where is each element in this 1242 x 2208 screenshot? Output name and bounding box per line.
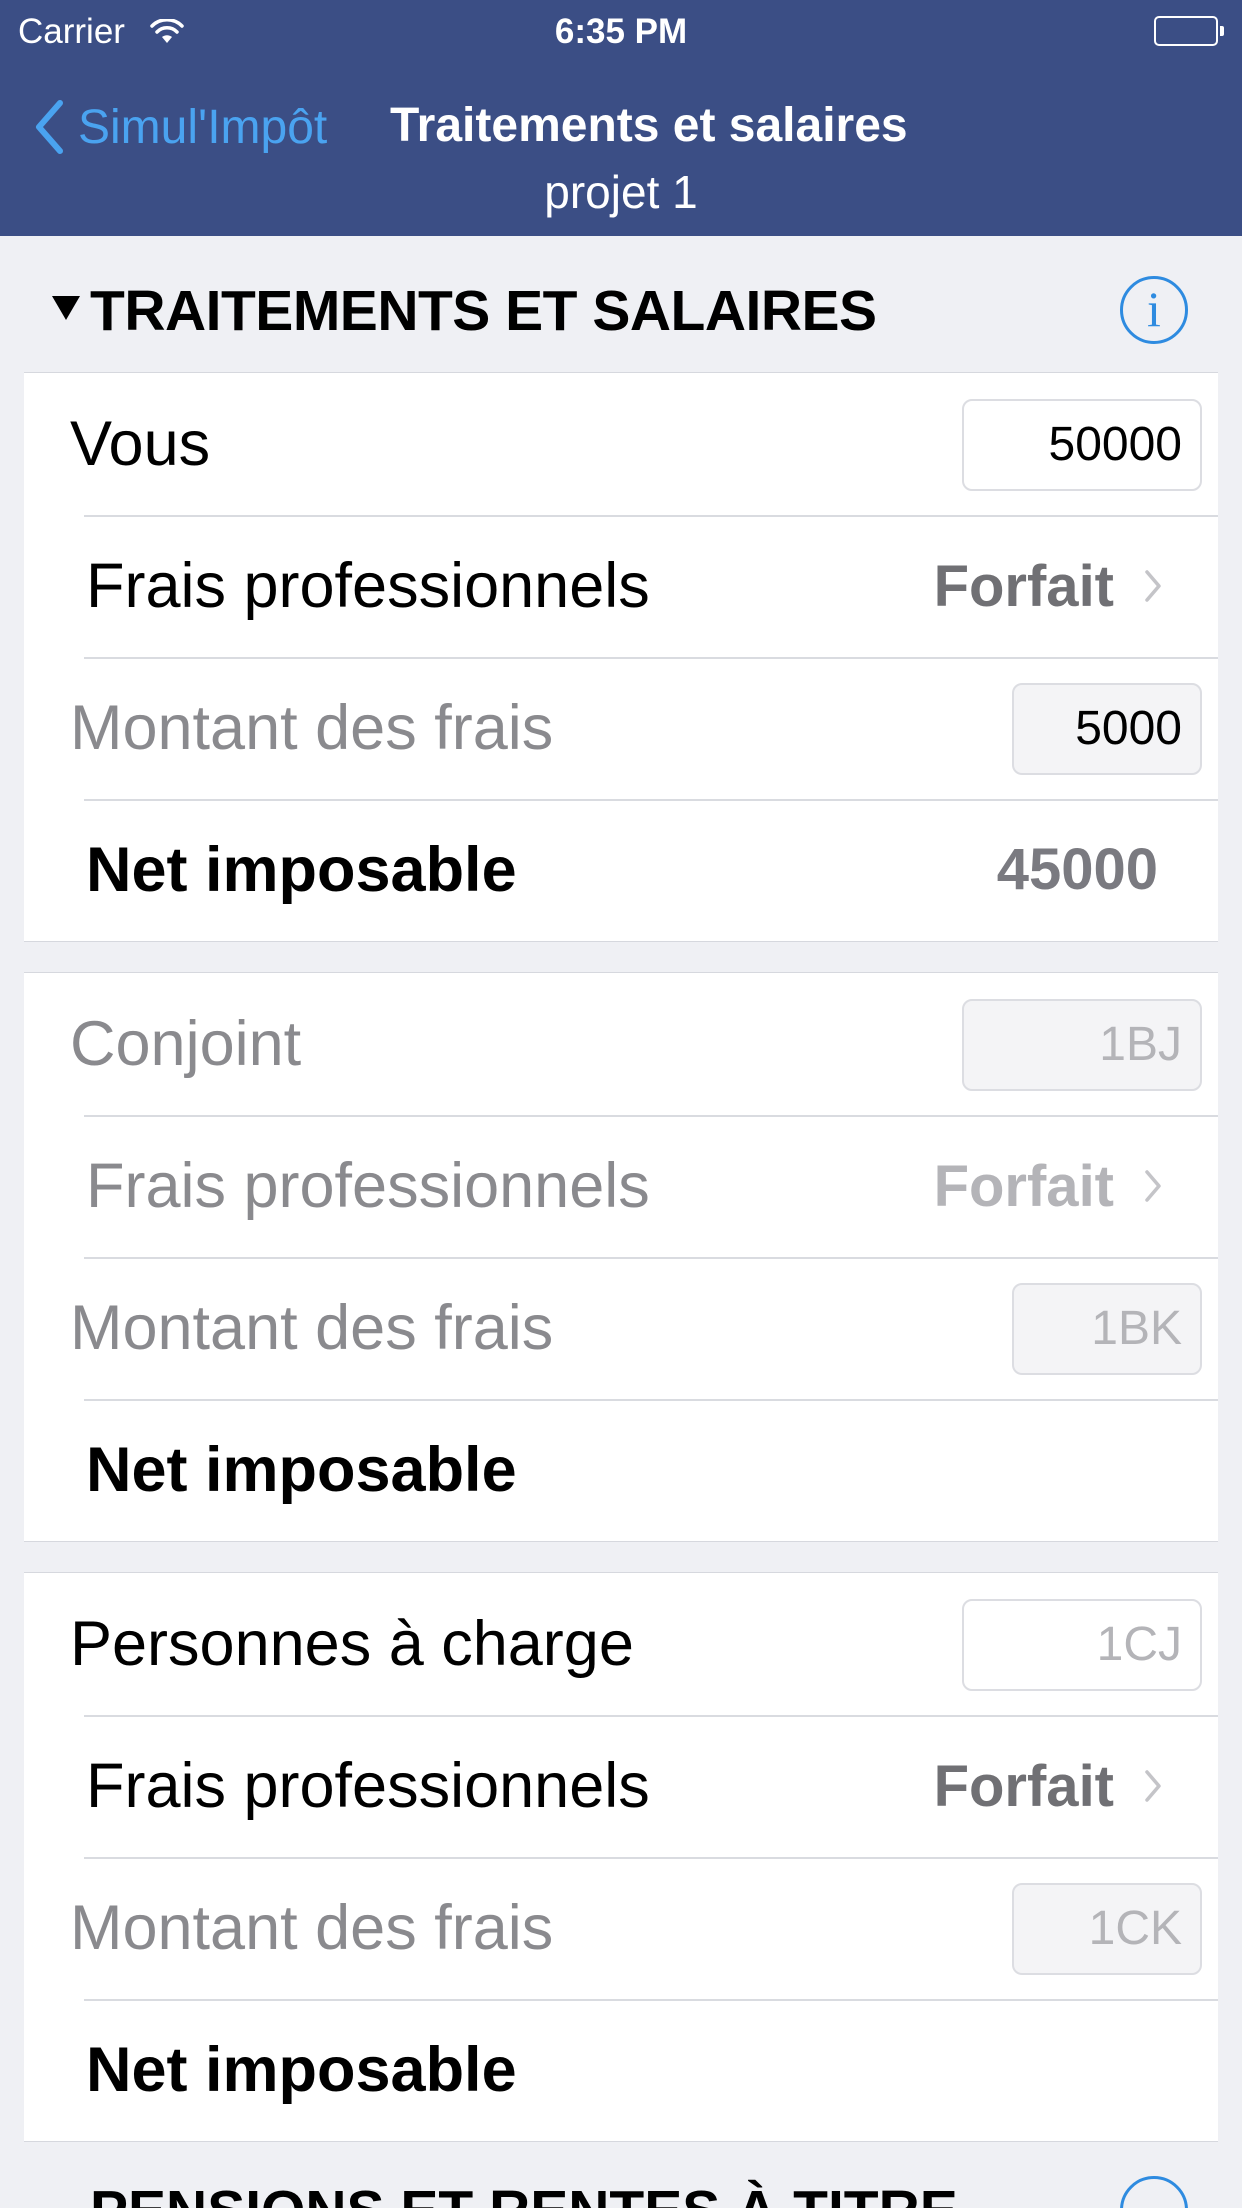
chevron-right-icon <box>1144 1169 1162 1203</box>
personnes-frais-label: Frais professionnels <box>86 1751 650 1821</box>
personnes-frais-selector[interactable]: Forfait <box>934 1715 1162 1857</box>
chevron-right-icon <box>1144 1769 1162 1803</box>
group-personnes: Personnes à charge 1CJ Frais professionn… <box>24 1572 1218 2142</box>
back-button-label: Simul'Impôt <box>78 100 328 154</box>
vous-amount-input[interactable]: 50000 <box>962 399 1202 491</box>
next-section-title: PENSIONS ET RENTES À TITRE <box>90 2178 958 2208</box>
row-vous-net: Net imposable 45000 <box>24 799 1218 941</box>
status-bar: Carrier 6:35 PM <box>0 0 1242 60</box>
personnes-label: Personnes à charge <box>70 1609 634 1679</box>
conjoint-amount-input[interactable]: 1BJ <box>962 999 1202 1091</box>
vous-net-value: 45000 <box>996 837 1158 902</box>
vous-frais-label: Frais professionnels <box>86 551 650 621</box>
vous-frais-mode: Forfait <box>933 553 1114 619</box>
personnes-net-label: Net imposable <box>86 2035 517 2105</box>
back-button[interactable]: Simul'Impôt <box>34 92 327 162</box>
conjoint-net-label: Net imposable <box>86 1435 517 1505</box>
row-personnes-frais[interactable]: Frais professionnels Forfait <box>24 1715 1218 1857</box>
conjoint-frais-selector[interactable]: Forfait <box>934 1115 1162 1257</box>
section-title: TRAITEMENTS ET SALAIRES <box>90 279 877 343</box>
nav-title: Traitements et salaires <box>390 99 908 152</box>
row-conjoint-montant: Montant des frais 1BK <box>24 1257 1218 1399</box>
vous-montant-label: Montant des frais <box>70 693 554 763</box>
row-vous: Vous 50000 <box>24 373 1218 515</box>
row-vous-montant: Montant des frais 5000 <box>24 657 1218 799</box>
row-vous-frais[interactable]: Frais professionnels Forfait <box>24 515 1218 657</box>
info-icon[interactable] <box>1120 2176 1188 2208</box>
battery-icon <box>1154 16 1224 46</box>
row-conjoint: Conjoint 1BJ <box>24 973 1218 1115</box>
personnes-montant-input[interactable]: 1CK <box>1012 1883 1202 1975</box>
personnes-amount-input[interactable]: 1CJ <box>962 1599 1202 1691</box>
row-personnes-net: Net imposable <box>24 1999 1218 2141</box>
group-conjoint: Conjoint 1BJ Frais professionnels Forfai… <box>24 972 1218 1542</box>
section-header[interactable]: TRAITEMENTS ET SALAIRES <box>0 236 1242 372</box>
row-conjoint-net: Net imposable <box>24 1399 1218 1541</box>
row-personnes-montant: Montant des frais 1CK <box>24 1857 1218 1999</box>
conjoint-label: Conjoint <box>70 1009 302 1079</box>
personnes-frais-mode: Forfait <box>933 1753 1114 1819</box>
conjoint-montant-label: Montant des frais <box>70 1293 554 1363</box>
personnes-montant-label: Montant des frais <box>70 1893 554 1963</box>
navigation-bar: Carrier 6:35 PM Simul'Impôt Traitements … <box>0 0 1242 236</box>
status-time: 6:35 PM <box>554 12 688 51</box>
vous-label: Vous <box>70 409 211 479</box>
conjoint-montant-input[interactable]: 1BK <box>1012 1283 1202 1375</box>
next-section-header[interactable]: PENSIONS ET RENTES À TITRE <box>0 2142 1242 2208</box>
nav-subtitle: projet 1 <box>544 166 698 218</box>
vous-montant-input[interactable]: 5000 <box>1012 683 1202 775</box>
group-vous: Vous 50000 Frais professionnels Forfait … <box>24 372 1218 942</box>
row-personnes: Personnes à charge 1CJ <box>24 1573 1218 1715</box>
disclosure-triangle-icon <box>52 296 80 320</box>
chevron-left-icon <box>36 100 63 154</box>
chevron-right-icon <box>1144 569 1162 603</box>
conjoint-frais-mode: Forfait <box>933 1153 1114 1219</box>
conjoint-frais-label: Frais professionnels <box>86 1151 650 1221</box>
row-conjoint-frais[interactable]: Frais professionnels Forfait <box>24 1115 1218 1257</box>
info-icon[interactable]: i <box>1120 276 1188 344</box>
vous-frais-selector[interactable]: Forfait <box>934 515 1162 657</box>
screen: Carrier 6:35 PM Simul'Impôt Traitements … <box>0 0 1242 2208</box>
vous-net-label: Net imposable <box>86 835 517 905</box>
